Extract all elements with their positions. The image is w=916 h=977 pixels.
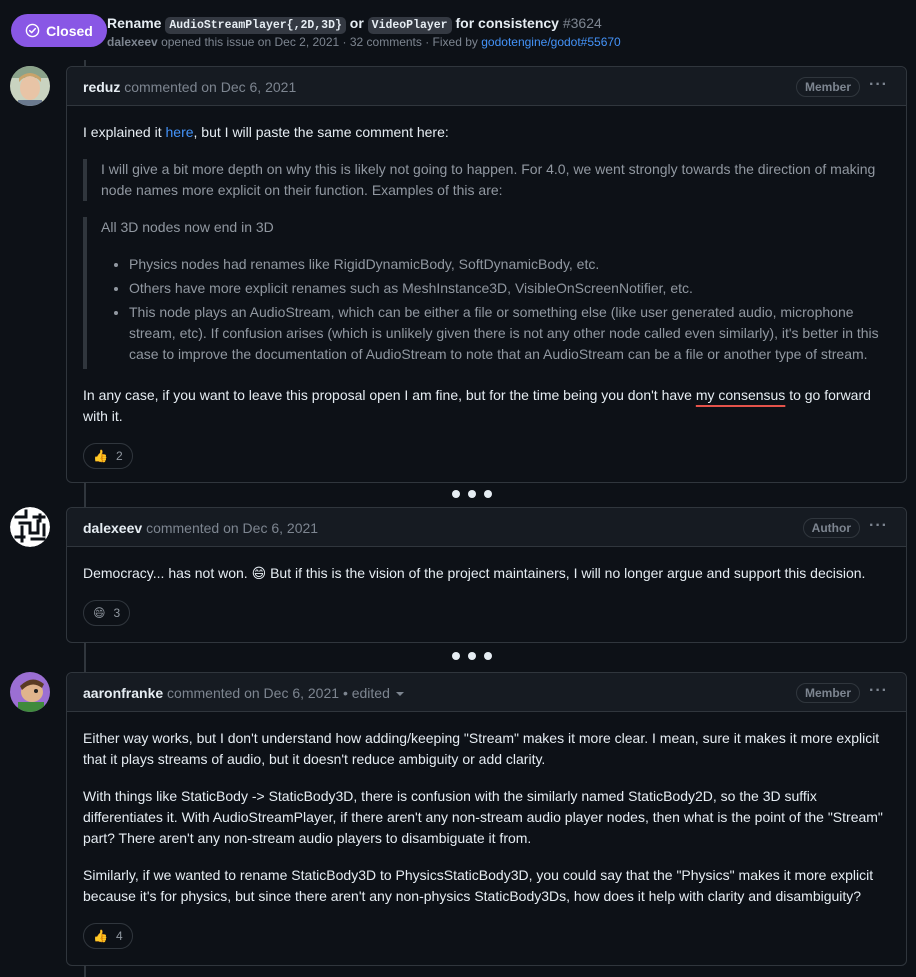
comment-header: reduz commented on Dec 6, 2021 Member ··…: [67, 67, 906, 106]
closing-paragraph: In any case, if you want to leave this p…: [83, 385, 890, 427]
comment-author-line: dalexeev commented on Dec 6, 2021: [83, 520, 318, 536]
list-item: Physics nodes had renames like RigidDyna…: [129, 254, 890, 275]
quote-paragraph: All 3D nodes now end in 3D: [101, 219, 274, 235]
issue-author-link[interactable]: dalexeev: [107, 35, 158, 49]
kebab-menu-icon[interactable]: ···: [869, 682, 888, 700]
reaction-count: 3: [113, 605, 121, 620]
comment-action: commented on Dec 6, 2021: [167, 685, 340, 701]
comment-action: commented on Dec 6, 2021: [146, 520, 319, 536]
blockquote-1: I will give a bit more depth on why this…: [83, 159, 890, 201]
comment-header: aaronfranke commented on Dec 6, 2021 • e…: [67, 673, 906, 712]
fixed-by-link[interactable]: godotengine/godot#55670: [481, 35, 620, 49]
comment-paragraph: Similarly, if we wanted to rename Static…: [83, 867, 874, 904]
intro-text-after: , but I will paste the same comment here…: [193, 124, 449, 140]
comment-author[interactable]: dalexeev: [83, 520, 142, 536]
title-or: or: [349, 15, 364, 31]
issue-meta: dalexeev opened this issue on Dec 2, 202…: [107, 35, 621, 49]
issue-header: Closed Rename AudioStreamPlayer{,2D,3D} …: [11, 14, 916, 54]
reaction-thumbs-up[interactable]: 👍 4: [83, 923, 133, 949]
title-code-audiostreamplayer: AudioStreamPlayer{,2D,3D}: [165, 17, 346, 34]
reaction-grin[interactable]: 😄 3: [83, 600, 131, 626]
edited-dropdown[interactable]: • edited: [343, 685, 404, 701]
avatar-aaronfranke[interactable]: [10, 672, 50, 712]
spellcheck-marked-text: my consensus: [695, 387, 786, 403]
role-badge: Author: [802, 518, 860, 538]
closing-text: In any case, if you want to leave this p…: [83, 387, 696, 403]
thumbs-up-icon: 👍: [93, 928, 108, 943]
state-label: Closed: [46, 22, 93, 39]
reaction-count: 4: [115, 928, 123, 943]
role-badge: Member: [795, 683, 860, 703]
quote-paragraph: I will give a bit more depth on why this…: [101, 161, 876, 198]
comment-header: dalexeev commented on Dec 6, 2021 Author…: [67, 508, 906, 547]
grin-emoji-icon: 😄: [251, 565, 267, 581]
comment-paragraph: With things like StaticBody -> StaticBod…: [83, 788, 883, 846]
avatar-maze[interactable]: [10, 507, 50, 547]
list-item: Others have more explicit renames such a…: [129, 278, 890, 299]
edited-label: • edited: [342, 685, 390, 701]
comment-paragraph: Either way works, but I don't understand…: [83, 730, 880, 767]
title-prefix: Rename: [107, 15, 162, 31]
comment-aaronfranke: aaronfranke commented on Dec 6, 2021 • e…: [66, 672, 907, 966]
issue-number: #3624: [562, 15, 602, 31]
intro-paragraph: I explained it here, but I will paste th…: [83, 122, 890, 143]
chevron-down-icon: [395, 692, 404, 697]
issue-meta-text: opened this issue on Dec 2, 2021 · 32 co…: [161, 35, 478, 49]
reaction-count: 2: [115, 448, 123, 463]
comment-author-line: aaronfranke commented on Dec 6, 2021 • e…: [83, 685, 404, 701]
load-hidden-items-dots[interactable]: [452, 490, 492, 498]
comment-author[interactable]: reduz: [83, 79, 120, 95]
check-circle-icon: [25, 23, 40, 38]
avatar-reduz[interactable]: [10, 66, 50, 106]
quote-list: Physics nodes had renames like RigidDyna…: [101, 254, 890, 369]
comment-text: Democracy... has not won.: [83, 565, 252, 581]
grin-icon: 😄: [93, 605, 106, 620]
comment-reduz: reduz commented on Dec 6, 2021 Member ··…: [66, 66, 907, 483]
comment-body: I explained it here, but I will paste th…: [67, 106, 906, 485]
comment-paragraph: Democracy... has not won. 😄 But if this …: [83, 563, 890, 584]
blockquote-2: All 3D nodes now end in 3D Physics nodes…: [83, 217, 890, 369]
comment-author-line: reduz commented on Dec 6, 2021: [83, 79, 296, 95]
load-hidden-items-dots[interactable]: [452, 652, 492, 660]
comment-action: commented on Dec 6, 2021: [124, 79, 297, 95]
issue-title: Rename AudioStreamPlayer{,2D,3D} or Vide…: [107, 15, 602, 34]
comment-author[interactable]: aaronfranke: [83, 685, 163, 701]
intro-text: I explained it: [83, 124, 166, 140]
comment-body: Either way works, but I don't understand…: [67, 712, 906, 965]
comment-dalexeev: dalexeev commented on Dec 6, 2021 Author…: [66, 507, 907, 643]
kebab-menu-icon[interactable]: ···: [869, 76, 888, 94]
closed-state-badge: Closed: [11, 14, 107, 47]
kebab-menu-icon[interactable]: ···: [869, 517, 888, 535]
role-badge: Member: [795, 77, 860, 97]
reaction-thumbs-up[interactable]: 👍 2: [83, 443, 133, 469]
title-suffix: for consistency: [455, 15, 559, 31]
thumbs-up-icon: 👍: [93, 448, 108, 463]
list-item: This node plays an AudioStream, which ca…: [129, 302, 890, 365]
comment-body: Democracy... has not won. 😄 But if this …: [67, 547, 906, 642]
comment-text-after: But if this is the vision of the project…: [266, 565, 866, 581]
title-code-videoplayer: VideoPlayer: [367, 17, 452, 34]
here-link[interactable]: here: [166, 124, 194, 140]
